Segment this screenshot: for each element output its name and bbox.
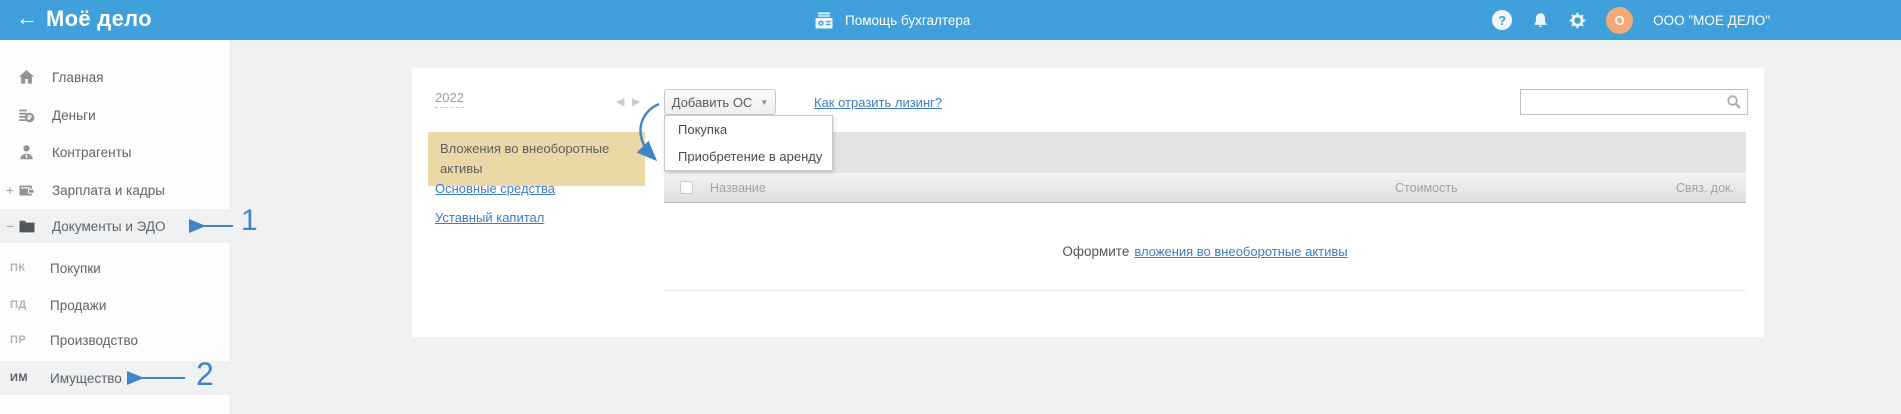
dropdown-item-lease[interactable]: Приобретение в аренду xyxy=(665,143,832,170)
select-all-checkbox[interactable] xyxy=(680,181,693,194)
collapse-minus-icon[interactable]: − xyxy=(4,218,16,234)
sidebar-item-label: Деньги xyxy=(52,107,96,123)
app-window: ← Моё дело Помощь бухгалтера ? О ООО "МО… xyxy=(0,0,1901,414)
sidebar-item-salary[interactable]: + Зарплата и кадры xyxy=(0,173,231,207)
add-os-button[interactable]: Добавить ОС ▼ xyxy=(664,89,776,115)
prev-year-icon[interactable]: ◀ xyxy=(616,97,624,108)
column-header-linked-docs[interactable]: Связ. док. xyxy=(1676,181,1734,195)
sidebar-item-prefix: ПД xyxy=(10,299,27,311)
sidebar-item-prefix: ПР xyxy=(10,334,27,346)
empty-state-link[interactable]: вложения во внеоборотные активы xyxy=(1134,244,1347,259)
annotation-step-1: 1 xyxy=(241,204,258,237)
main-content: 2022 ◀ ▶ Добавить ОС ▼ Покупка Приобрете… xyxy=(412,68,1764,337)
annotation-curved-arrow-icon xyxy=(636,102,660,162)
person-icon xyxy=(18,144,35,161)
leasing-help-link[interactable]: Как отразить лизинг? xyxy=(814,95,942,110)
accountant-help-button[interactable]: Помощь бухгалтера xyxy=(814,0,970,40)
back-arrow-icon[interactable]: ← xyxy=(16,5,38,31)
dropdown-item-purchase[interactable]: Покупка xyxy=(665,116,832,143)
annotation-arrow-1-icon xyxy=(189,219,233,233)
sidebar-item-sales[interactable]: ПД Продажи xyxy=(0,288,231,322)
cash-register-icon xyxy=(815,12,833,28)
sidebar-item-label: Главная xyxy=(52,69,104,85)
topbar-right-group: ? О ООО "МОЕ ДЕЛО" xyxy=(1492,0,1770,40)
settings-gear-icon[interactable] xyxy=(1569,12,1586,29)
column-header-name[interactable]: Название xyxy=(710,181,766,195)
company-name[interactable]: ООО "МОЕ ДЕЛО" xyxy=(1653,13,1770,28)
empty-state: Оформите вложения во внеоборотные активы xyxy=(664,244,1746,259)
search-box xyxy=(1520,89,1748,115)
table-header: Название Стоимость Связ. док. xyxy=(664,173,1746,203)
column-header-cost[interactable]: Стоимость xyxy=(1395,181,1458,195)
year-selector[interactable]: 2022 xyxy=(435,90,464,108)
add-os-button-label: Добавить ОС xyxy=(671,94,753,110)
sidebar-item-production[interactable]: ПР Производство xyxy=(0,323,231,357)
subnav-item-capital[interactable]: Уставный капитал xyxy=(435,210,544,225)
wallet-icon xyxy=(18,182,35,199)
sidebar-item-prefix: ПК xyxy=(10,262,26,274)
search-input[interactable] xyxy=(1520,89,1748,115)
sidebar-item-label: Имущество xyxy=(50,370,122,386)
empty-state-text: Оформите xyxy=(1062,244,1130,259)
subnav-item-investments[interactable]: Вложения во внеоборотные активы xyxy=(428,132,645,187)
expand-plus-icon[interactable]: + xyxy=(4,182,16,198)
sidebar-item-money[interactable]: ₽ Деньги xyxy=(0,98,231,132)
subnav-item-fixed-assets[interactable]: Основные средства xyxy=(435,181,555,196)
search-icon[interactable] xyxy=(1726,94,1742,110)
sidebar-item-label: Производство xyxy=(50,332,139,348)
sidebar-item-label: Продажи xyxy=(50,297,107,313)
sidebar-item-contractors[interactable]: Контрагенты xyxy=(0,135,231,169)
notifications-bell-icon[interactable] xyxy=(1532,12,1549,29)
add-os-dropdown: Покупка Приобретение в аренду xyxy=(664,115,833,171)
home-icon xyxy=(18,69,35,86)
sidebar-item-label: Контрагенты xyxy=(52,144,132,160)
chevron-down-icon: ▼ xyxy=(760,97,769,107)
sidebar-item-home[interactable]: Главная xyxy=(0,60,231,94)
sidebar-item-prefix: ИМ xyxy=(10,372,29,384)
annotation-arrow-2-icon xyxy=(127,371,185,385)
money-icon: ₽ xyxy=(18,107,35,124)
sidebar-item-label: Зарплата и кадры xyxy=(52,182,165,198)
accountant-help-label: Помощь бухгалтера xyxy=(845,12,971,28)
svg-text:₽: ₽ xyxy=(27,114,32,122)
divider xyxy=(664,290,1746,291)
topbar: ← Моё дело Помощь бухгалтера ? О ООО "МО… xyxy=(0,0,1901,40)
sidebar-item-label: Документы и ЭДО xyxy=(52,218,166,234)
sidebar-item-label: Покупки xyxy=(50,260,101,276)
help-icon[interactable]: ? xyxy=(1492,10,1513,30)
app-logo[interactable]: Моё дело xyxy=(46,6,152,32)
sidebar-item-purchases[interactable]: ПК Покупки xyxy=(0,251,231,285)
avatar[interactable]: О xyxy=(1606,6,1634,34)
folder-icon xyxy=(18,218,35,235)
annotation-step-2: 2 xyxy=(196,356,214,392)
